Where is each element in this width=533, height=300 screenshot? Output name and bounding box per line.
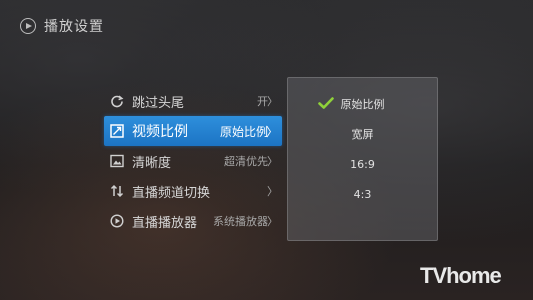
option-widescreen[interactable]: 宽屏 [288,119,437,149]
menu-item-label: 直播频道切换 [132,185,211,201]
menu-item-label: 清晰度 [132,155,172,171]
menu-item-skip-intro[interactable]: 跳过头尾 开 〉 [104,86,282,116]
menu-item-quality[interactable]: 清晰度 超清优先 〉 [104,146,282,176]
page-header: 播放设置 [20,16,104,36]
option-16-9[interactable]: 16:9 [288,149,437,179]
check-icon [318,96,334,110]
play-circle-icon [20,18,36,34]
option-label: 16:9 [350,157,375,171]
menu-item-value: 系统播放器 [213,215,268,228]
menu-item-value: 原始比例 [219,124,268,139]
play-circle-icon [110,214,124,228]
page-title: 播放设置 [44,19,104,35]
option-label: 4:3 [353,187,372,201]
menu-item-aspect-ratio[interactable]: 视频比例 原始比例 〉 [104,116,282,146]
tvhome-watermark: TVhome [420,263,502,288]
menu-item-label: 直播播放器 [132,215,198,231]
option-4-3[interactable]: 4:3 [288,179,437,209]
chevron-right-icon: 〉 [267,185,278,198]
image-icon [110,154,124,168]
chevron-right-icon: 〉 [267,155,278,168]
option-label: 宽屏 [351,128,374,141]
option-label: 原始比例 [340,98,385,111]
option-original-ratio[interactable]: 原始比例 [288,89,437,119]
chevron-right-icon: 〉 [267,215,278,228]
updown-arrows-icon [110,184,124,198]
aspect-ratio-options-panel: 原始比例 宽屏 16:9 4:3 [287,77,438,241]
chevron-right-icon: 〉 [267,95,278,108]
menu-item-label: 视频比例 [132,124,188,140]
chevron-right-icon: 〉 [265,124,278,139]
aspect-ratio-icon [110,124,124,138]
refresh-icon [110,94,124,108]
menu-item-label: 跳过头尾 [132,95,185,111]
menu-item-value: 超清优先 [224,155,268,168]
settings-menu: 跳过头尾 开 〉 视频比例 原始比例 〉 清晰度 超清优先 〉 直播频道切换 〉… [104,86,282,236]
menu-item-live-channel-switch[interactable]: 直播频道切换 〉 [104,176,282,206]
menu-item-live-player[interactable]: 直播播放器 系统播放器 〉 [104,206,282,236]
